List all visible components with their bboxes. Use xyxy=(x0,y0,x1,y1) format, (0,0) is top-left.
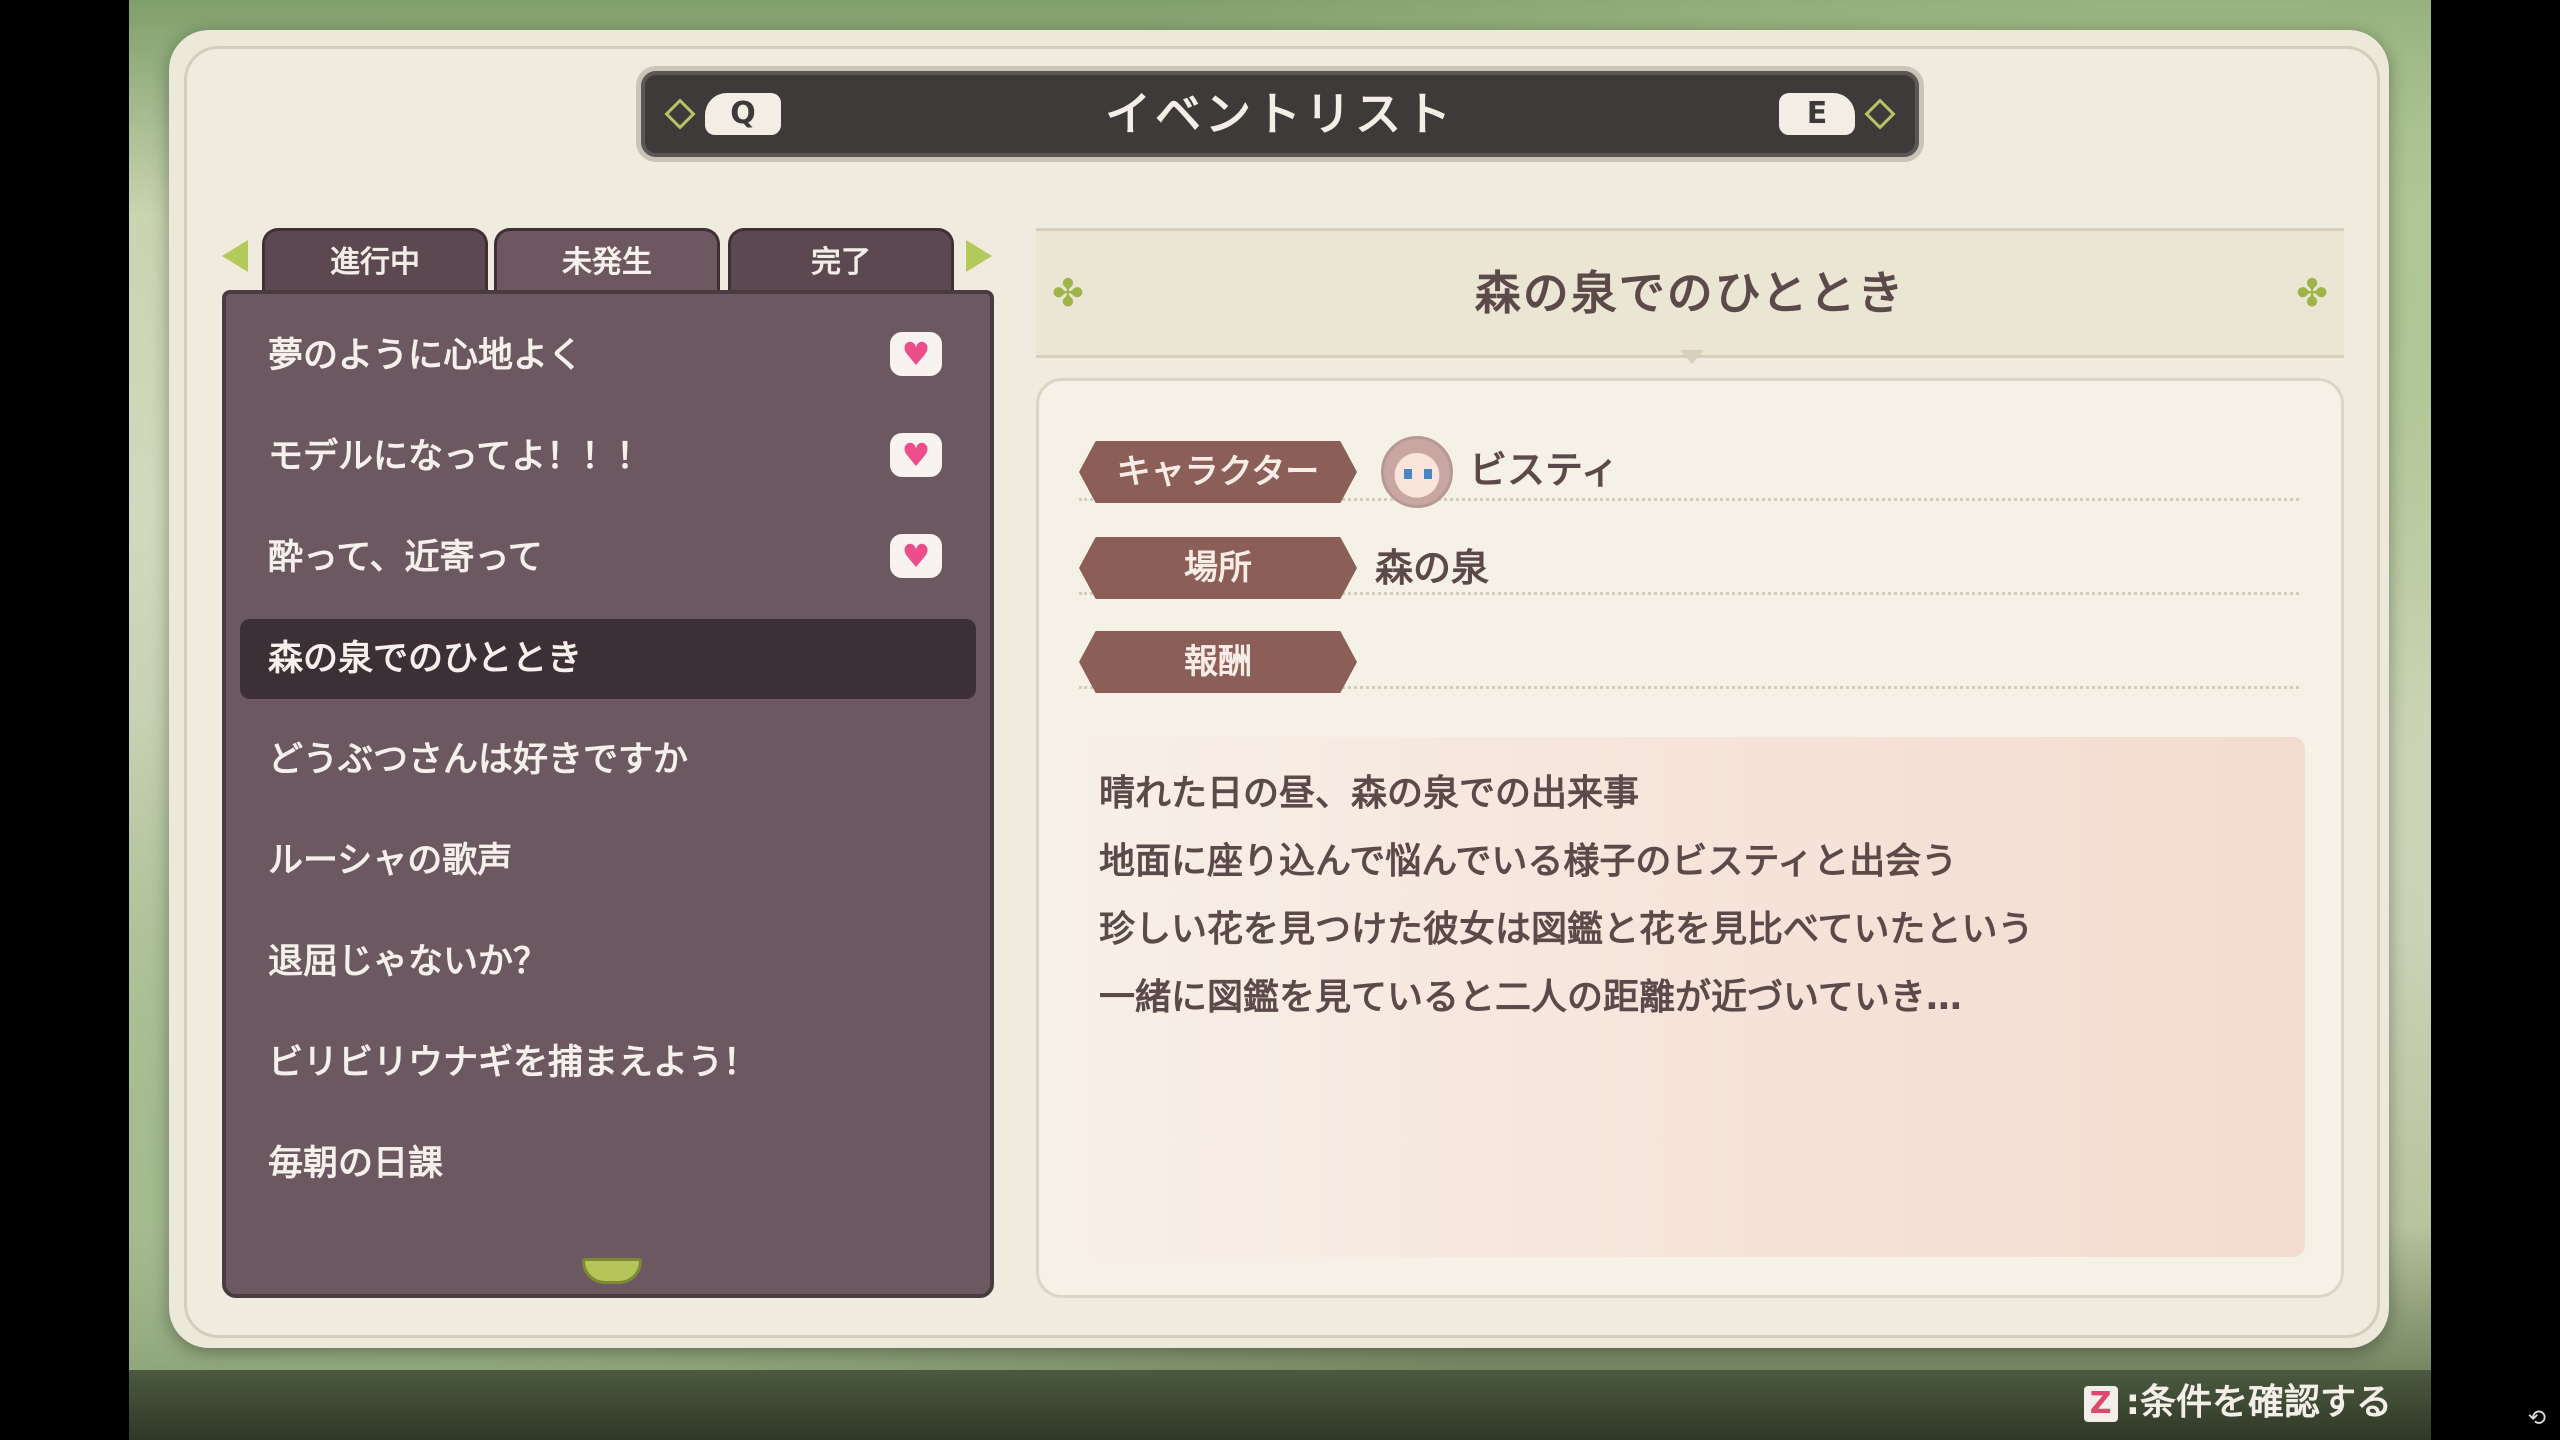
location-label: 場所 xyxy=(1079,537,1357,599)
z-key-icon: Z xyxy=(2083,1386,2118,1422)
page-title: イベントリスト xyxy=(1105,87,1455,141)
event-title: どうぶつさんは好きですか xyxy=(268,740,689,780)
header-bar: Q イベントリスト E xyxy=(636,66,1924,162)
list-item[interactable]: ビリビリウナギを捕まえよう！ xyxy=(240,1023,976,1103)
list-item[interactable]: ルーシャの歌声 xyxy=(240,821,976,901)
hint-text: :条件を確認する xyxy=(2125,1382,2392,1423)
confirm-conditions-hint[interactable]: Z:条件を確認する xyxy=(2083,1378,2392,1428)
list-item[interactable]: 夢のように心地よく ♥ xyxy=(240,316,976,396)
description-line: 一緒に図鑑を見ていると二人の距離が近づいていき… xyxy=(1099,977,1962,1018)
title-notch xyxy=(1680,350,1704,364)
description-line: 地面に座り込んで悩んでいる様子のビスティと出会う xyxy=(1099,841,1958,882)
description-line: 珍しい花を見つけた彼女は図鑑と花を見比べていたという xyxy=(1099,909,2034,950)
reward-label: 報酬 xyxy=(1079,631,1357,693)
event-title: 夢のように心地よく xyxy=(268,336,584,376)
character-label: キャラクター xyxy=(1079,441,1357,503)
character-value: ビスティ xyxy=(1469,448,1619,492)
event-title: モデルになってよ！！！ xyxy=(268,437,652,477)
event-title: 退屈じゃないか？ xyxy=(268,942,549,982)
heart-icon: ♥ xyxy=(890,433,942,477)
location-value: 森の泉 xyxy=(1375,546,1490,590)
overlay-icon: ⟲ xyxy=(2527,1406,2546,1431)
event-title: 森の泉でのひととき xyxy=(268,639,582,679)
tab-in-progress[interactable]: 進行中 xyxy=(262,228,488,292)
tab-completed[interactable]: 完了 xyxy=(728,228,954,292)
tab-next-arrow-icon[interactable] xyxy=(966,240,992,272)
heart-icon: ♥ xyxy=(890,332,942,376)
list-item[interactable]: どうぶつさんは好きですか xyxy=(240,720,976,800)
list-item-selected[interactable]: 森の泉でのひととき xyxy=(240,619,976,699)
character-avatar xyxy=(1381,436,1453,508)
list-item[interactable]: モデルになってよ！！！ ♥ xyxy=(240,417,976,497)
event-title: ビリビリウナギを捕まえよう！ xyxy=(268,1043,759,1083)
list-item[interactable]: 酔って、近寄って ♥ xyxy=(240,518,976,598)
tab-not-occurred[interactable]: 未発生 xyxy=(494,228,720,292)
next-page-key-button[interactable]: E xyxy=(1779,93,1855,135)
detail-card: キャラクター ビスティ 場所 森の泉 報酬 晴れた日の昼、森の泉での出来事 地面… xyxy=(1036,378,2344,1298)
list-item[interactable]: 退屈じゃないか？ xyxy=(240,922,976,1002)
detail-title-bar: ✤ 森の泉でのひととき ✤ xyxy=(1036,228,2344,358)
description-line: 晴れた日の昼、森の泉での出来事 xyxy=(1099,773,1640,814)
event-title: 毎朝の日課 xyxy=(268,1144,444,1184)
list-item[interactable]: 毎朝の日課 xyxy=(240,1124,976,1204)
event-title: 酔って、近寄って xyxy=(268,538,543,578)
scroll-down-icon[interactable] xyxy=(582,1258,642,1284)
detail-title: 森の泉でのひととき xyxy=(1474,266,1906,320)
event-title: ルーシャの歌声 xyxy=(268,841,513,881)
tab-prev-arrow-icon[interactable] xyxy=(222,240,248,272)
leaf-icon: ✤ xyxy=(2296,271,2328,315)
event-list: 夢のように心地よく ♥ モデルになってよ！！！ ♥ 酔って、近寄って ♥ 森の泉… xyxy=(222,290,994,1298)
heart-icon: ♥ xyxy=(890,534,942,578)
